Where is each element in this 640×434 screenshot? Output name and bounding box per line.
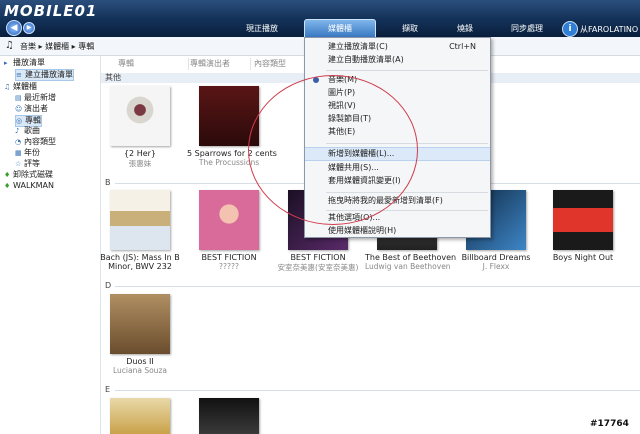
- user-name[interactable]: 从FAROLATINO: [580, 24, 638, 35]
- navigation-pane: ▸ 播放清單 ≡ 建立播放清單 ♫ 媒體櫃 ▤ 最近新增 ☺ 演出者 ◎ 專輯 ♪ 歌曲 ◔ 內…: [0, 56, 101, 434]
- column-header-album[interactable]: 專輯: [116, 58, 189, 70]
- back-button[interactable]: ◀: [6, 20, 22, 36]
- sidebar-item-artist[interactable]: ☺ 演出者: [15, 104, 48, 114]
- sidebar-item-playlists[interactable]: ▸ 播放清單: [4, 58, 45, 68]
- album-cover[interactable]: [199, 86, 259, 146]
- sidebar-item-removable-disk[interactable]: ♦ 卸除式磁碟: [4, 170, 53, 180]
- device-icon: ♦: [4, 182, 11, 190]
- menu-item-video[interactable]: 視訊(V): [305, 100, 490, 112]
- menu-item-media-sharing[interactable]: 媒體共用(S)...: [305, 162, 490, 174]
- album-tile[interactable]: BEST FICTION ?????: [187, 190, 271, 271]
- menu-item-add-favorites[interactable]: 拖曳時將我的最愛新增到清單(F): [305, 195, 490, 207]
- menu-item-other[interactable]: 其他(E): [305, 126, 490, 138]
- album-tile[interactable]: [187, 398, 271, 434]
- menu-separator: [326, 210, 488, 211]
- menu-separator: [326, 192, 488, 193]
- menu-item-music[interactable]: 音樂(M): [305, 74, 490, 86]
- menu-item-create-playlist[interactable]: 建立播放清單(C) Ctrl+N: [305, 41, 490, 53]
- selected-radio-icon: [313, 77, 319, 83]
- album-cover[interactable]: [110, 294, 170, 354]
- tab-rip[interactable]: 擷取: [385, 22, 435, 36]
- album-cover[interactable]: [553, 190, 613, 250]
- menu-item-recorded-tv[interactable]: 錄製節目(T): [305, 113, 490, 125]
- forward-button[interactable]: ▶: [23, 22, 35, 34]
- list-icon: ▤: [15, 94, 22, 102]
- site-logo: MOBILE01: [4, 2, 98, 20]
- tab-library[interactable]: 媒體櫃: [304, 19, 376, 37]
- sidebar-item-rating[interactable]: ☆ 評等: [15, 159, 40, 169]
- playlist-icon: ≡: [16, 71, 22, 79]
- group-header: D: [101, 281, 640, 291]
- album-cover[interactable]: [110, 86, 170, 146]
- menu-item-create-auto-playlist[interactable]: 建立自動播放清單(A): [305, 54, 490, 66]
- tab-now-playing[interactable]: 現正播放: [232, 22, 292, 36]
- sidebar-item-library[interactable]: ♫ 媒體櫃: [4, 82, 37, 92]
- group-header: E: [101, 385, 640, 395]
- breadcrumb[interactable]: 音樂 ▸ 媒體櫃 ▸ 專輯: [20, 41, 94, 52]
- tab-burn[interactable]: 燒錄: [440, 22, 490, 36]
- album-cover[interactable]: [199, 190, 259, 250]
- library-dropdown-menu: 建立播放清單(C) Ctrl+N 建立自動播放清單(A) 音樂(M) 圖片(P) …: [304, 37, 491, 238]
- tab-sync[interactable]: 同步處理: [497, 22, 557, 36]
- album-tile[interactable]: Boys Night Out: [541, 190, 625, 262]
- expand-icon[interactable]: ▸: [4, 58, 13, 68]
- album-tile[interactable]: Bach (JS): Mass In B Minor, BWV 232: [98, 190, 182, 271]
- sidebar-item-create-playlist[interactable]: ≡ 建立播放清單: [15, 69, 74, 81]
- menu-item-add-to-library[interactable]: 新增到媒體櫃(L)...: [305, 147, 490, 161]
- menu-item-pictures[interactable]: 圖片(P): [305, 87, 490, 99]
- genre-icon: ◔: [15, 138, 22, 146]
- album-tile[interactable]: Duos II Luciana Souza: [98, 294, 182, 375]
- album-tile[interactable]: 5 Sparrows for 2 cents The Procussions: [187, 86, 277, 167]
- column-header-genre[interactable]: 內容類型: [252, 58, 305, 70]
- album-tile[interactable]: [98, 398, 182, 434]
- menu-item-more-options[interactable]: 其他選項(O)...: [305, 212, 490, 224]
- sidebar-item-songs[interactable]: ♪ 歌曲: [15, 126, 40, 136]
- album-tile[interactable]: {2 Her} 張惠妹: [98, 86, 182, 169]
- menu-separator: [326, 143, 488, 144]
- menu-separator: [326, 70, 488, 71]
- device-icon: ♦: [4, 171, 11, 179]
- star-icon: ☆: [15, 160, 22, 168]
- album-cover[interactable]: [110, 190, 170, 250]
- sidebar-item-year[interactable]: ▦ 年份: [15, 148, 40, 158]
- music-icon: ♫: [4, 83, 11, 91]
- note-icon: ♪: [15, 127, 20, 135]
- menu-item-apply-media-info[interactable]: 套用媒體資訊變更(I): [305, 175, 490, 187]
- sidebar-item-genre[interactable]: ◔ 內容類型: [15, 137, 56, 147]
- disc-icon: ◎: [16, 117, 23, 125]
- album-cover[interactable]: [199, 398, 259, 434]
- watermark: #17764: [590, 419, 629, 429]
- column-header-album-artist[interactable]: 專輯演出者: [188, 58, 251, 70]
- album-cover[interactable]: [110, 398, 170, 434]
- sidebar-item-recently-added[interactable]: ▤ 最近新增: [15, 93, 56, 103]
- music-note-icon: ♫: [5, 40, 14, 51]
- person-icon: ☺: [15, 105, 23, 113]
- sidebar-item-walkman[interactable]: ♦ WALKMAN: [4, 181, 54, 191]
- help-icon[interactable]: i: [562, 21, 578, 37]
- menu-item-library-help[interactable]: 使用媒體櫃說明(H): [305, 225, 490, 237]
- calendar-icon: ▦: [15, 149, 22, 157]
- top-bar: MOBILE01 ◀ ▶ 現正播放 媒體櫃 擷取 燒錄 同步處理 i 从FARO…: [0, 0, 640, 37]
